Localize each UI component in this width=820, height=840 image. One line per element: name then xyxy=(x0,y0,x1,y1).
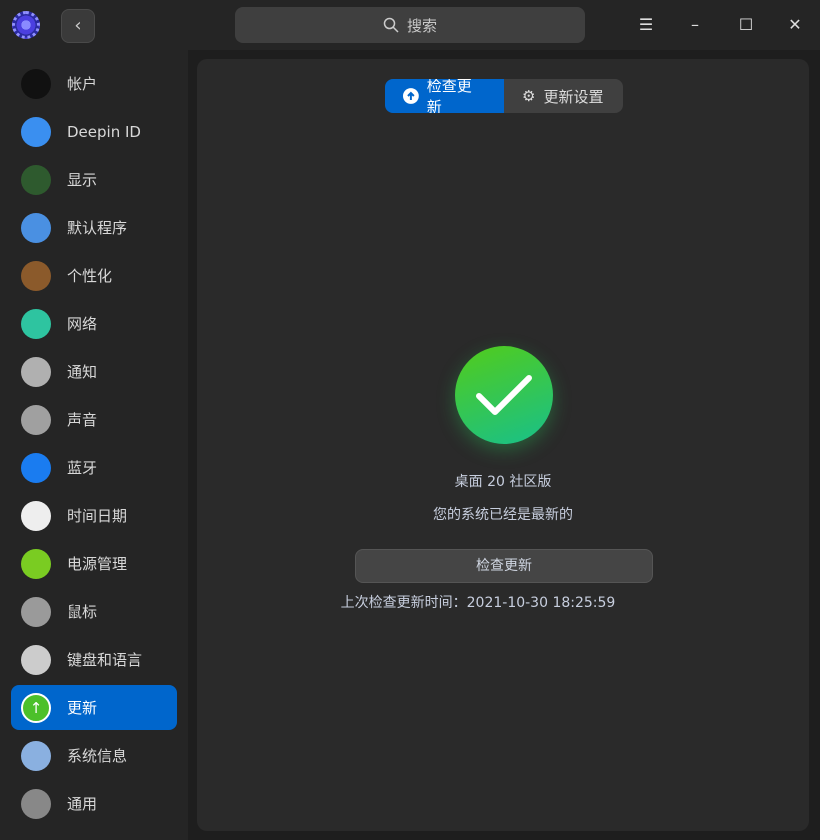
sidebar-item[interactable]: 个性化 xyxy=(11,253,177,298)
sidebar-item[interactable]: 电源管理 xyxy=(11,541,177,586)
back-button[interactable]: ‹ xyxy=(61,9,95,43)
sidebar-item[interactable]: 系统信息 xyxy=(11,733,177,778)
menu-button[interactable]: ☰ xyxy=(633,12,659,38)
close-button[interactable]: ✕ xyxy=(782,12,808,38)
edition-label: 桌面 20 社区版 xyxy=(454,474,552,490)
mouse-icon xyxy=(21,596,51,627)
sidebar-item[interactable]: 通用 xyxy=(11,781,177,826)
display-icon xyxy=(21,164,51,195)
general-icon xyxy=(21,788,51,819)
sidebar-item-label: 系统信息 xyxy=(67,747,128,765)
gear-icon: ⚙ xyxy=(522,87,536,105)
sidebar-item-label: 个性化 xyxy=(67,267,113,285)
default-apps-icon xyxy=(21,212,51,243)
sidebar-item-label: 帐户 xyxy=(67,75,98,93)
sidebar-item[interactable]: Deepin ID xyxy=(11,109,177,154)
sidebar-item-label: 声音 xyxy=(67,411,98,429)
sidebar-item-label: 蓝牙 xyxy=(67,459,98,477)
sidebar-item[interactable]: 时间日期 xyxy=(11,493,177,538)
sidebar-item-label: 通知 xyxy=(67,363,98,381)
sidebar-item-label: 显示 xyxy=(67,171,98,189)
sidebar-item-label: 键盘和语言 xyxy=(67,651,143,669)
search-input[interactable]: 搜索 xyxy=(235,7,585,43)
app-logo-icon xyxy=(12,11,40,39)
titlebar: ‹ 搜索 ☰ – ☐ ✕ xyxy=(0,0,820,50)
maximize-button[interactable]: ☐ xyxy=(733,12,759,38)
bluetooth-icon xyxy=(21,452,51,483)
sidebar-item-label: 通用 xyxy=(67,795,98,813)
main-panel: 检查更新 ⚙ 更新设置 桌面 20 社区版 您的系统已经是最新的 检查更新 上次… xyxy=(197,59,809,831)
minimize-button[interactable]: – xyxy=(682,12,708,38)
sidebar-item-label: Deepin ID xyxy=(67,122,141,141)
sidebar-item-label: 时间日期 xyxy=(67,507,128,525)
sidebar-item[interactable]: 默认程序 xyxy=(11,205,177,250)
sidebar-item[interactable]: 声音 xyxy=(11,397,177,442)
sidebar-item-label: 网络 xyxy=(67,315,98,333)
sidebar-item[interactable]: 网络 xyxy=(11,301,177,346)
cloud-icon xyxy=(21,116,51,147)
search-icon xyxy=(383,17,399,33)
sidebar-item[interactable]: 键盘和语言 xyxy=(11,637,177,682)
up-to-date-check-icon xyxy=(455,346,553,444)
speaker-icon xyxy=(21,404,51,435)
tab-label: 检查更新 xyxy=(426,79,472,113)
tab-label: 更新设置 xyxy=(543,87,604,106)
keyboard-icon xyxy=(21,644,51,675)
check-updates-button[interactable]: 检查更新 xyxy=(355,549,653,583)
sidebar-item-label: 鼠标 xyxy=(67,603,98,621)
sidebar-item[interactable]: 蓝牙 xyxy=(11,445,177,490)
sidebar-item[interactable]: 显示 xyxy=(11,157,177,202)
bell-icon xyxy=(21,356,51,387)
sidebar-item[interactable]: 通知 xyxy=(11,349,177,394)
battery-icon xyxy=(21,548,51,579)
tab-check-updates[interactable]: 检查更新 xyxy=(385,79,504,113)
last-check-time: 上次检查更新时间：2021-10-30 18:25:59 xyxy=(340,595,616,611)
system-info-icon xyxy=(21,740,51,771)
update-icon: ↑ xyxy=(21,692,51,723)
sidebar-item[interactable]: ↑ 更新 xyxy=(11,685,177,730)
status-text: 您的系统已经是最新的 xyxy=(433,507,573,523)
sidebar-item-label: 默认程序 xyxy=(67,219,128,237)
search-placeholder: 搜索 xyxy=(406,16,437,35)
arrow-up-circle-icon xyxy=(403,88,419,104)
sidebar: 帐户 Deepin ID 显示默认程序个性化网络通知声音蓝牙时间日期电源管理鼠标键盘… xyxy=(0,50,188,840)
account-icon xyxy=(21,68,51,99)
palette-icon xyxy=(21,260,51,291)
sidebar-item[interactable]: 鼠标 xyxy=(11,589,177,634)
sidebar-item-label: 电源管理 xyxy=(67,555,128,573)
network-icon xyxy=(21,308,51,339)
sidebar-item-label: 更新 xyxy=(67,699,98,717)
clock-icon xyxy=(21,500,51,531)
tab-update-settings[interactable]: ⚙ 更新设置 xyxy=(504,79,623,113)
sidebar-item[interactable]: 帐户 xyxy=(11,61,177,106)
tab-bar: 检查更新 ⚙ 更新设置 xyxy=(385,79,623,113)
